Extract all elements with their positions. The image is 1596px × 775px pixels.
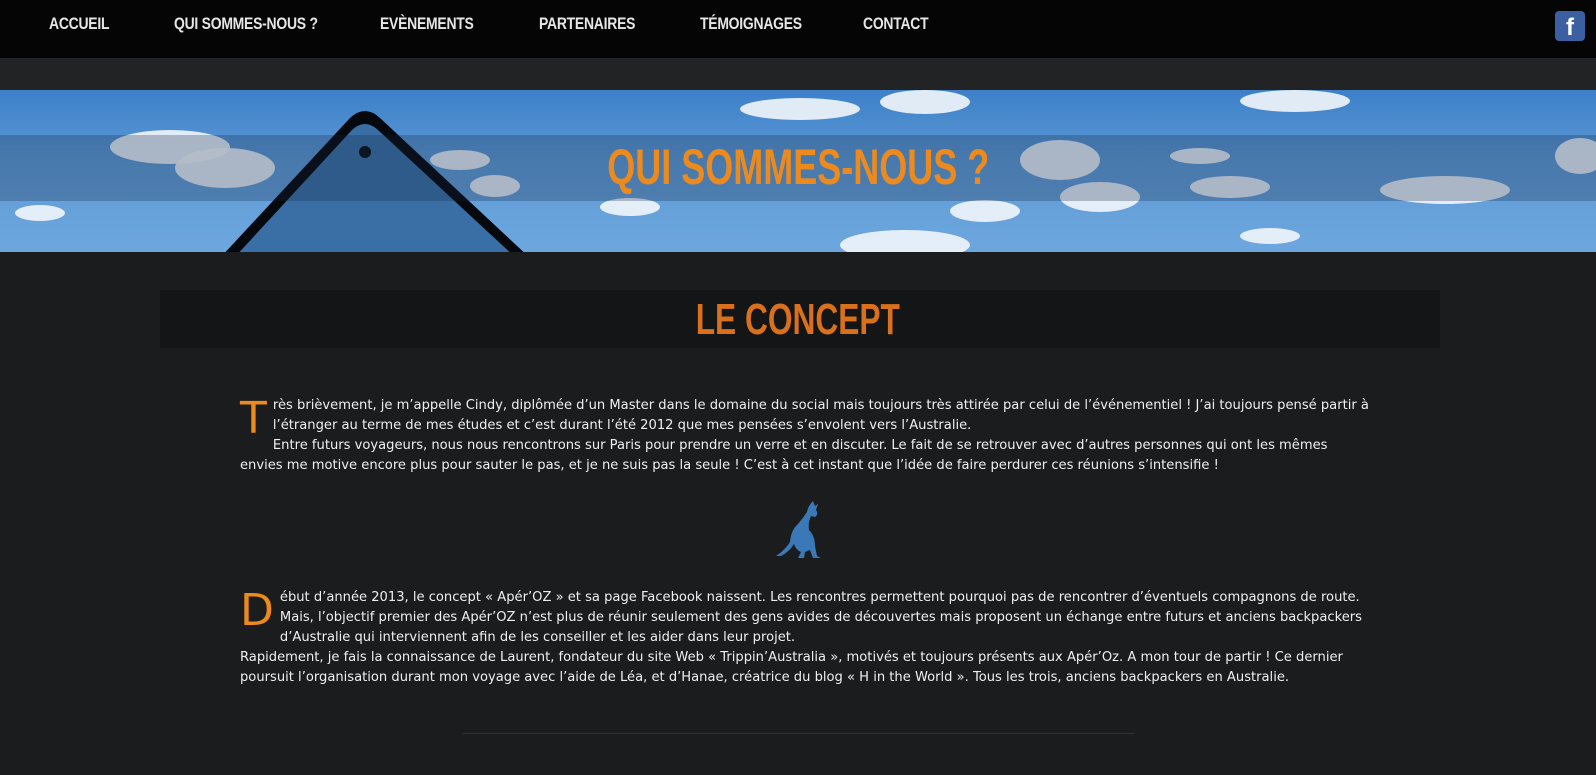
sub-bar <box>0 58 1596 90</box>
nav-item-contact[interactable]: CONTACT <box>863 14 929 34</box>
paragraph-text: Entre futurs voyageurs, nous nous rencon… <box>240 438 1328 473</box>
paragraph-text: Rapidement, je fais la connaissance de L… <box>240 650 1343 685</box>
section-title: LE CONCEPT <box>695 295 901 344</box>
nav-item-evenements[interactable]: EVÈNEMENTS <box>380 14 474 34</box>
paragraph-text: ébut d’année 2013, le concept « Apér’OZ … <box>279 590 1362 645</box>
nav-item-partenaires[interactable]: PARTENAIRES <box>539 14 635 34</box>
nav-item-qui-sommes-nous[interactable]: QUI SOMMES-NOUS ? <box>174 14 318 34</box>
paragraph-intro: T rès brièvement, je m’appelle Cindy, di… <box>240 396 1372 476</box>
page-title: QUI SOMMES-NOUS ? <box>606 139 990 195</box>
divider <box>463 733 1135 734</box>
dropcap: D <box>240 585 274 636</box>
kangaroo-icon <box>776 501 821 558</box>
paragraph-history: D ébut d’année 2013, le concept « Apér’O… <box>240 588 1372 688</box>
page-banner: QUI SOMMES-NOUS ? <box>0 90 1596 252</box>
nav-item-temoignages[interactable]: TÉMOIGNAGES <box>700 14 802 34</box>
nav-item-accueil[interactable]: ACCUEIL <box>49 14 109 34</box>
facebook-icon[interactable]: f <box>1555 11 1585 41</box>
top-navigation: ACCUEIL QUI SOMMES-NOUS ? EVÈNEMENTS PAR… <box>0 0 1596 58</box>
dropcap: T <box>240 393 267 444</box>
paragraph-text: rès brièvement, je m’appelle Cindy, dipl… <box>272 398 1369 433</box>
